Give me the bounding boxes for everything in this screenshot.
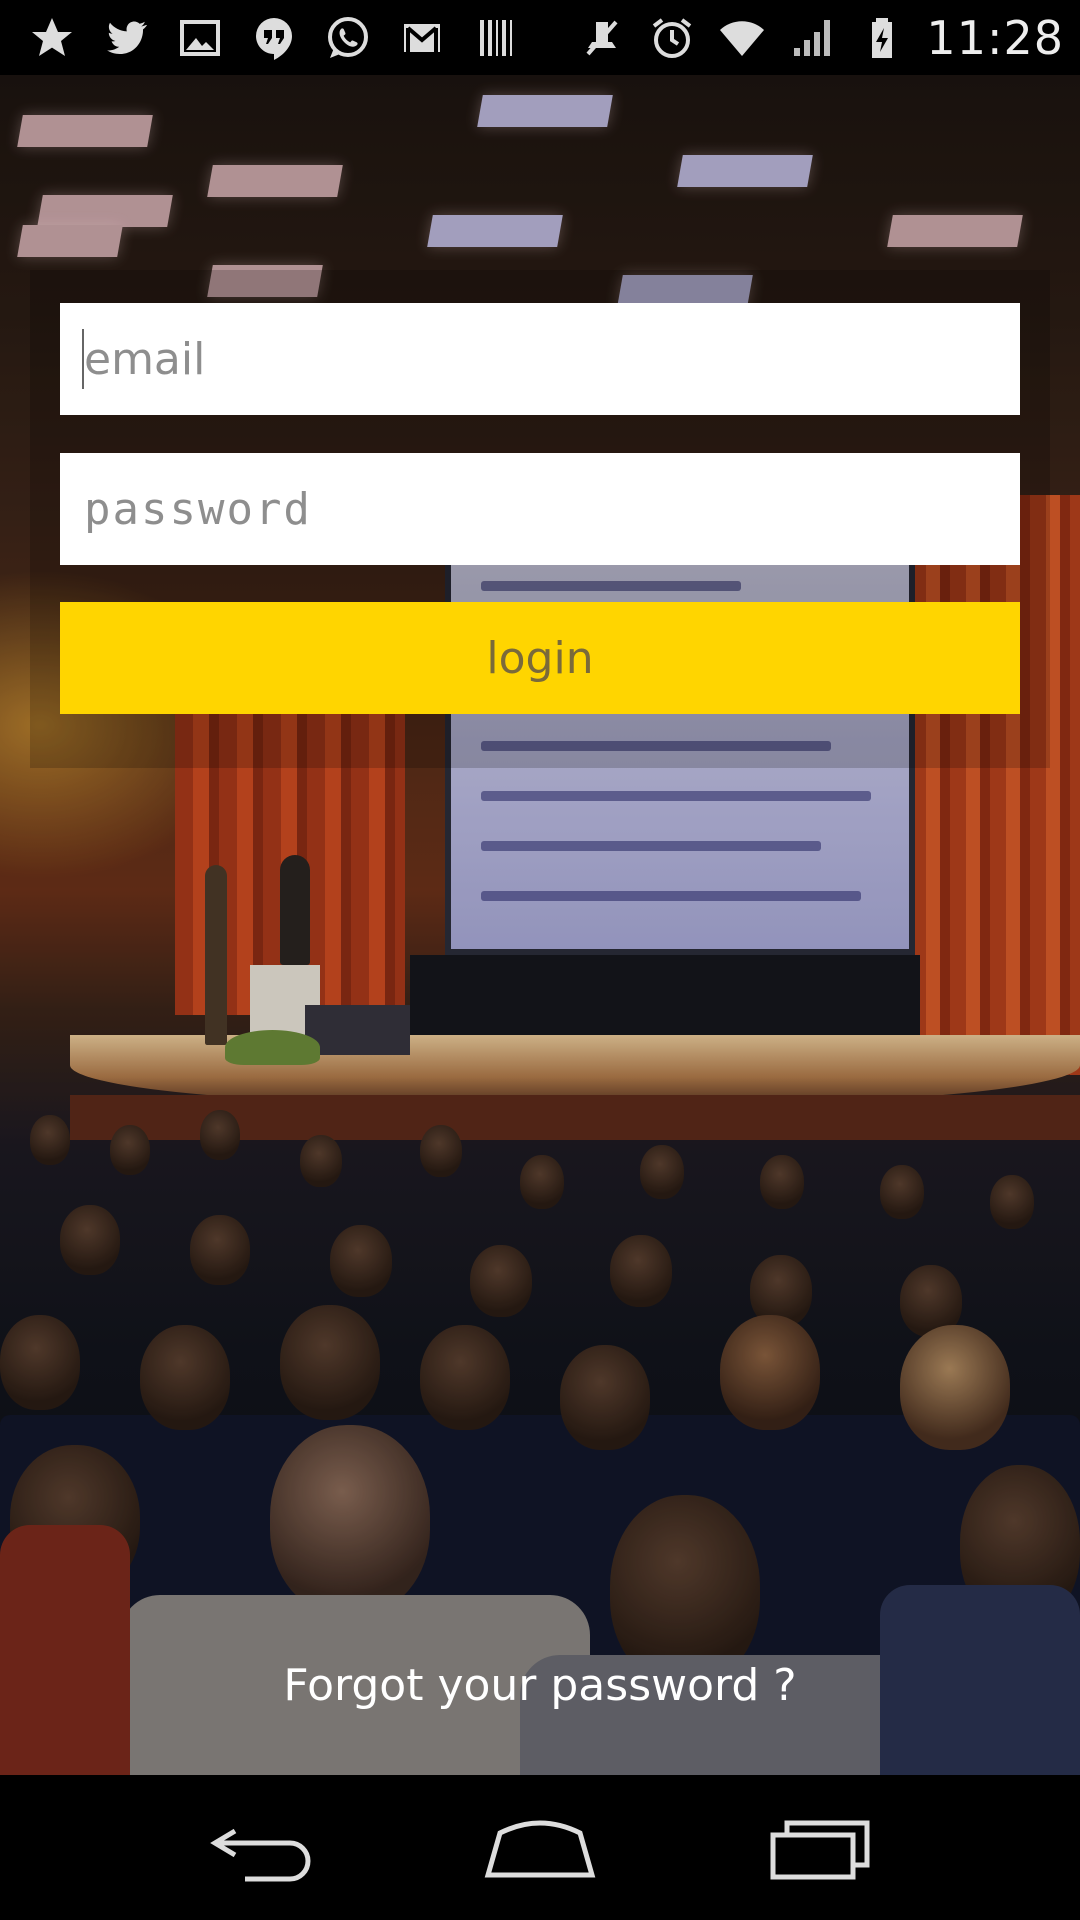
login-button[interactable]: login xyxy=(60,602,1020,714)
status-bar: 11:28 xyxy=(0,0,1080,75)
clock: 11:28 xyxy=(926,10,1064,65)
wifi-icon xyxy=(716,12,768,64)
login-button-label: login xyxy=(486,632,594,684)
navigation-bar xyxy=(0,1775,1080,1920)
twitter-icon xyxy=(100,12,152,64)
email-field[interactable]: email xyxy=(60,303,1020,415)
barcode-icon xyxy=(470,12,522,64)
battery-charging-icon xyxy=(856,12,908,64)
signal-icon xyxy=(786,12,838,64)
hangouts-icon xyxy=(248,12,300,64)
alarm-icon xyxy=(646,12,698,64)
password-field[interactable]: password xyxy=(60,453,1020,565)
password-placeholder: password xyxy=(84,483,312,535)
email-placeholder: email xyxy=(84,333,206,385)
text-cursor xyxy=(82,329,84,389)
back-icon[interactable] xyxy=(190,1798,330,1898)
recent-apps-icon[interactable] xyxy=(750,1798,890,1898)
home-icon[interactable] xyxy=(470,1798,610,1898)
system-icons: 11:28 xyxy=(576,11,1064,65)
forgot-password-link[interactable]: Forgot your password ? xyxy=(0,1660,1080,1711)
image-icon xyxy=(174,12,226,64)
star-icon xyxy=(26,12,78,64)
whatsapp-icon xyxy=(322,12,374,64)
mute-icon xyxy=(576,12,628,64)
notification-icons xyxy=(26,12,522,64)
gmail-icon xyxy=(396,12,448,64)
